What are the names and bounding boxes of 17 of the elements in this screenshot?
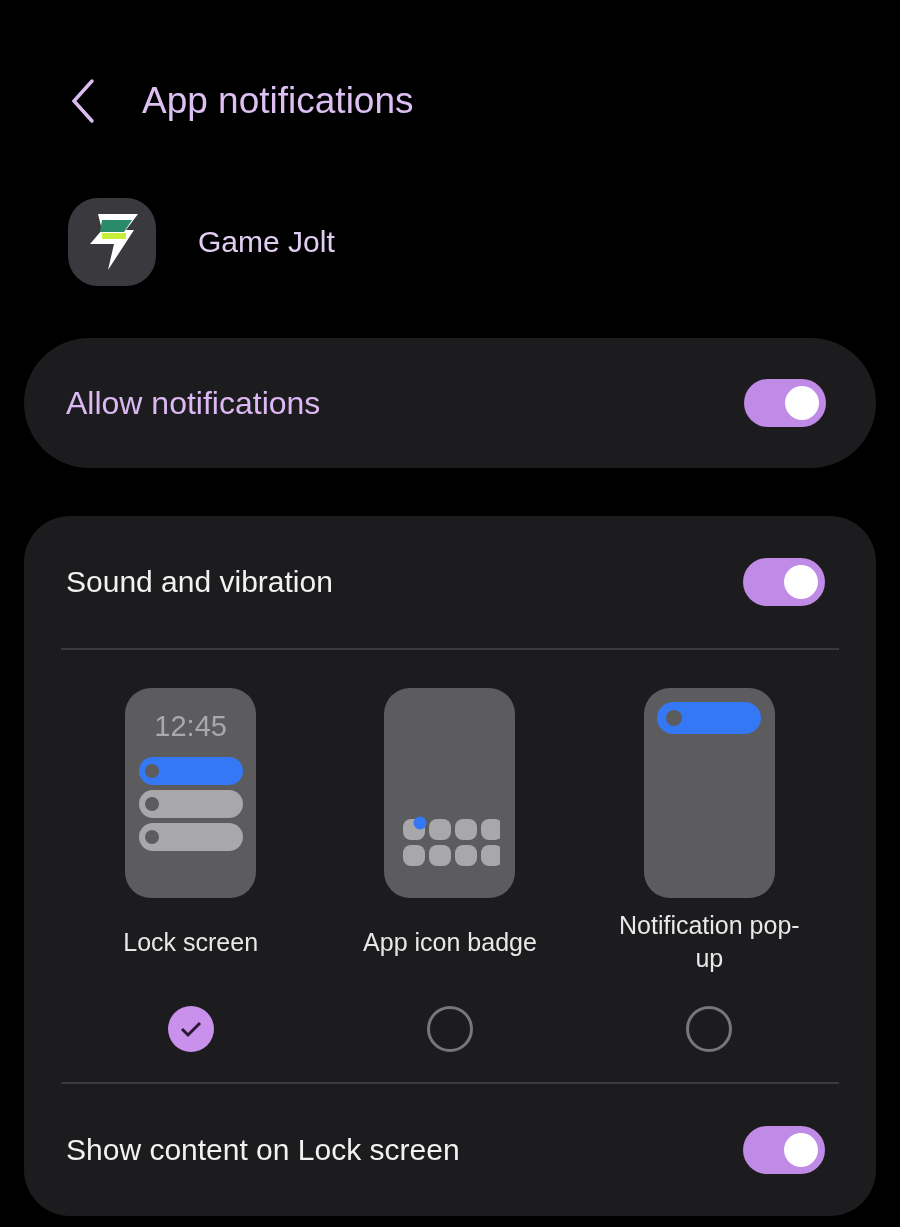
- checkmark-icon: [178, 1020, 203, 1038]
- preview-clock: 12:45: [154, 710, 227, 743]
- app-icon: [68, 198, 156, 286]
- app-name: Game Jolt: [198, 225, 335, 259]
- show-content-toggle[interactable]: [743, 1126, 825, 1174]
- page-title: App notifications: [142, 80, 414, 122]
- setting-label: Show content on Lock screen: [66, 1133, 460, 1167]
- radio-button[interactable]: [427, 1006, 473, 1052]
- allow-notifications-label: Allow notifications: [66, 384, 321, 422]
- sound-toggle[interactable]: [743, 558, 825, 606]
- option-label: Lock screen: [123, 926, 259, 958]
- allow-notifications-toggle[interactable]: [744, 379, 826, 427]
- option-label: App icon badge: [363, 926, 537, 958]
- radio-button[interactable]: [167, 1006, 214, 1052]
- option-label: Notification pop-up: [618, 910, 801, 974]
- radio-button[interactable]: [686, 1006, 733, 1052]
- setting-label: Sound and vibration: [66, 565, 333, 599]
